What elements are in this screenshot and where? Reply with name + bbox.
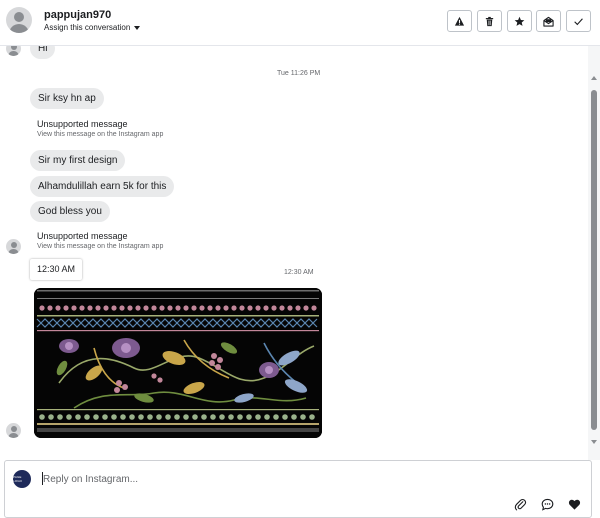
trash-icon <box>485 16 494 26</box>
scrollbar-thumb[interactable] <box>591 90 597 430</box>
paperclip-icon <box>514 498 526 510</box>
reply-input[interactable] <box>43 470 543 488</box>
caret-down-icon <box>134 25 141 30</box>
delete-button[interactable] <box>477 10 502 32</box>
inbox-conversation-view: pappujan970 Assign this conversation Hi … <box>0 0 600 518</box>
unsupported-message: Unsupported message View this message on… <box>37 231 163 252</box>
timestamp: 12:30 AM <box>284 269 314 276</box>
message-bubble: Alhamdulillah earn 5k for this <box>30 176 175 197</box>
message-bubble: God bless you <box>30 201 110 222</box>
embroidery-design-image <box>34 288 322 438</box>
conversation-header: pappujan970 Assign this conversation <box>0 0 600 46</box>
assign-conversation-dropdown[interactable]: Assign this conversation <box>44 23 141 32</box>
timestamp: Tue 11:26 PM <box>277 70 321 77</box>
unsupported-subtitle[interactable]: View this message on the Instagram app <box>37 130 163 140</box>
thread-scrollbar[interactable] <box>588 46 600 460</box>
warning-icon <box>454 16 465 26</box>
composer-box: PAGE LOGO <box>4 460 592 518</box>
checkmark-icon <box>574 17 583 25</box>
message-bubble: Sir ksy hn ap <box>30 88 104 109</box>
scroll-up-arrow-icon[interactable] <box>591 76 597 80</box>
unsupported-message: Unsupported message View this message on… <box>37 119 163 140</box>
scroll-down-arrow-icon[interactable] <box>591 440 597 444</box>
mark-done-button[interactable] <box>566 10 591 32</box>
username[interactable]: pappujan970 <box>44 9 111 21</box>
unsupported-title: Unsupported message <box>37 231 128 241</box>
assign-label: Assign this conversation <box>44 23 131 32</box>
sender-avatar <box>6 46 21 56</box>
star-icon <box>514 16 525 26</box>
send-like-button[interactable] <box>566 496 582 512</box>
star-button[interactable] <box>507 10 532 32</box>
sender-avatar <box>6 239 21 254</box>
message-bubble: Sir my first design <box>30 150 126 171</box>
report-spam-button[interactable] <box>447 10 472 32</box>
chat-bubble-icon <box>541 498 553 511</box>
sender-avatar <box>6 423 21 438</box>
unsupported-title: Unsupported message <box>37 119 128 129</box>
page-avatar: PAGE LOGO <box>13 470 31 488</box>
message-thread[interactable]: Hi Tue 11:26 PM Sir ksy hn ap Unsupporte… <box>0 46 588 460</box>
heart-icon <box>568 499 580 510</box>
page-logo-text: PAGE LOGO <box>13 475 23 483</box>
time-card: 12:30 AM <box>30 259 83 280</box>
reply-composer: PAGE LOGO <box>0 460 600 518</box>
attach-file-button[interactable] <box>512 496 528 512</box>
mark-unread-button[interactable] <box>536 10 561 32</box>
message-bubble: Hi <box>30 46 56 59</box>
saved-replies-button[interactable] <box>539 496 555 512</box>
image-attachment[interactable] <box>34 288 322 438</box>
user-avatar[interactable] <box>6 7 32 33</box>
unsupported-subtitle[interactable]: View this message on the Instagram app <box>37 242 163 252</box>
envelope-open-icon <box>543 16 554 27</box>
